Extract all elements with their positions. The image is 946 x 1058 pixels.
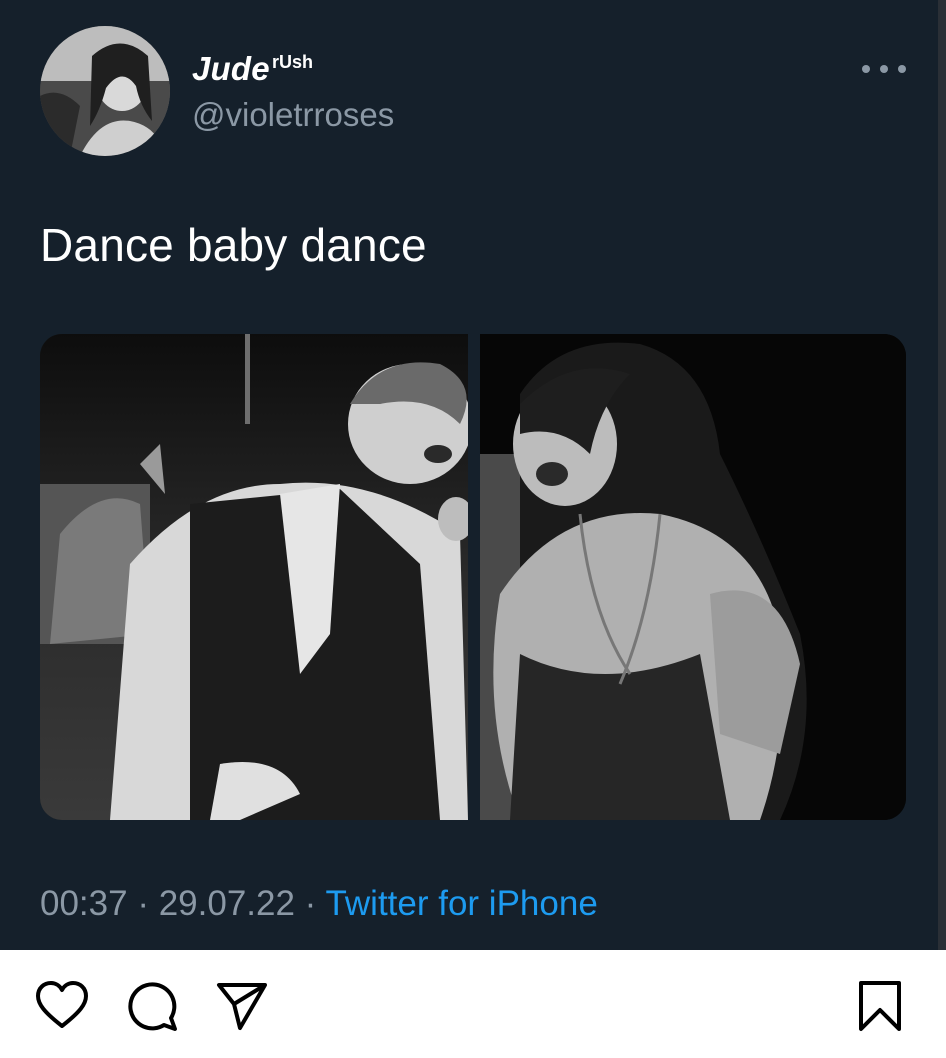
media-grid[interactable] — [40, 334, 906, 820]
tweet-text: Dance baby dance — [40, 219, 427, 271]
tweet-source-link[interactable]: Twitter for iPhone — [325, 884, 597, 923]
dot — [862, 65, 870, 73]
author-handle[interactable]: @violetrroses — [192, 96, 394, 134]
media-photo-left[interactable] — [40, 334, 474, 820]
dot — [880, 65, 888, 73]
tweet-card: Jude rUsh @violetrroses Dance baby dance — [0, 0, 946, 950]
post-actions-bar — [0, 950, 946, 1058]
bookmark-icon[interactable] — [852, 978, 908, 1034]
tweet-time[interactable]: 00:37 — [40, 884, 128, 923]
more-options-icon[interactable] — [862, 58, 906, 80]
separator: · — [294, 884, 326, 923]
media-photo-right[interactable] — [480, 334, 906, 820]
dot — [898, 65, 906, 73]
tweet-date[interactable]: 29.07.22 — [159, 884, 295, 923]
scroll-edge — [938, 0, 946, 950]
comment-bubble-icon[interactable] — [124, 978, 180, 1034]
timestamp-line: 00:37 · 29.07.22 · Twitter for iPhone — [40, 884, 598, 924]
separator: · — [127, 884, 159, 923]
avatar[interactable] — [40, 26, 170, 156]
send-arrow-icon[interactable] — [214, 978, 270, 1034]
author-name-suffix: rUsh — [272, 52, 314, 72]
heart-icon[interactable] — [34, 978, 90, 1034]
author-display-name[interactable]: Jude — [192, 50, 270, 88]
